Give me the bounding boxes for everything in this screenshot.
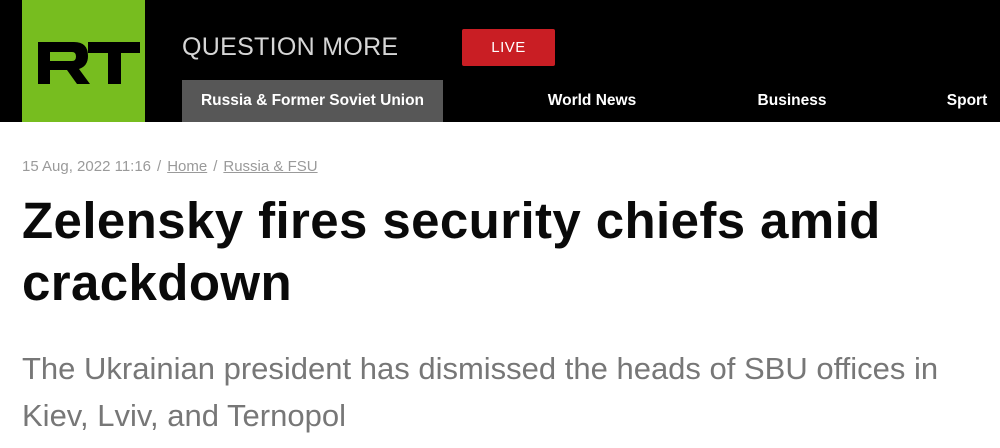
rt-logo-icon: [38, 42, 140, 84]
article-meta: 15 Aug, 2022 11:16 / Home / Russia & FSU: [22, 158, 318, 175]
site-tagline: QUESTION MORE: [182, 33, 399, 61]
site-header: QUESTION MORE LIVE Russia & Former Sovie…: [0, 0, 1000, 122]
nav-item-sport[interactable]: Sport: [932, 80, 1000, 122]
article-summary: The Ukrainian president has dismissed th…: [22, 351, 939, 433]
breadcrumb-section-link[interactable]: Russia & FSU: [223, 158, 317, 175]
nav-item-world-news[interactable]: World News: [530, 80, 654, 122]
rt-logo[interactable]: [22, 0, 145, 122]
nav-item-russia-fsu[interactable]: Russia & Former Soviet Union: [182, 80, 443, 122]
nav-item-business[interactable]: Business: [740, 80, 844, 122]
article-headline: Zelensky fires security chiefs amid crac…: [22, 192, 881, 311]
breadcrumb-home-link[interactable]: Home: [167, 158, 207, 175]
article-date: 15 Aug, 2022 11:16: [22, 158, 152, 175]
live-button[interactable]: LIVE: [462, 29, 555, 66]
breadcrumb-separator: /: [213, 158, 218, 175]
breadcrumb-separator: /: [157, 158, 162, 175]
